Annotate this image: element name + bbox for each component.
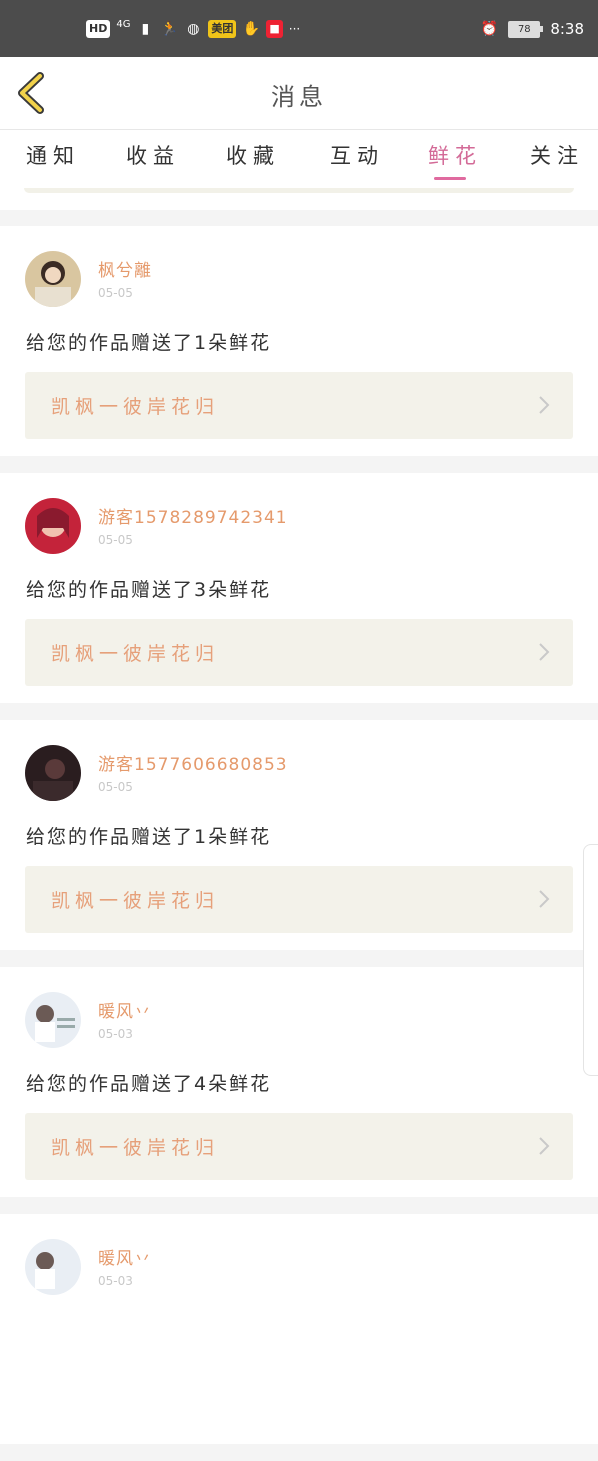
username[interactable]: 枫兮離: [98, 256, 152, 281]
alarm-icon: ⏰: [480, 21, 499, 37]
work-link[interactable]: 凯枫一彼岸花归: [25, 372, 573, 439]
message-text: 给您的作品赠送了4朵鲜花: [26, 1073, 272, 1095]
date: 05-05: [98, 780, 133, 794]
username[interactable]: 暖风丷: [98, 1244, 152, 1269]
chevron-right-icon: [539, 1137, 550, 1155]
avatar[interactable]: [25, 251, 81, 307]
tab-bar: 通知 收益 收藏 互动 鲜花 关注: [0, 130, 598, 188]
date: 05-03: [98, 1274, 133, 1288]
date: 05-05: [98, 286, 133, 300]
status-left: HD 4G ▮ 🏃 ◍ 美团 ✋ ■ ···: [86, 20, 300, 38]
tab-flowers[interactable]: 鲜花: [428, 140, 482, 170]
tab-favorites[interactable]: 收藏: [226, 140, 280, 170]
work-title: 凯枫一彼岸花归: [51, 890, 220, 912]
work-title: 凯枫一彼岸花归: [51, 643, 220, 665]
message-text: 给您的作品赠送了1朵鲜花: [26, 332, 272, 354]
chevron-right-icon: [539, 396, 550, 414]
status-right: ⏰ 78 8:38: [480, 20, 584, 38]
list-item: 游客1577606680853 05-05 给您的作品赠送了1朵鲜花 凯枫一彼岸…: [0, 720, 598, 950]
hand-icon: ✋: [242, 21, 261, 37]
globe-icon: ◍: [187, 21, 200, 37]
username[interactable]: 游客1578289742341: [98, 503, 288, 528]
username[interactable]: 暖风丷: [98, 997, 152, 1022]
list-item: 暖风丷 05-03: [0, 1214, 598, 1444]
list-item: 暖风丷 05-03 给您的作品赠送了4朵鲜花 凯枫一彼岸花归: [0, 967, 598, 1197]
work-title: 凯枫一彼岸花归: [51, 396, 220, 418]
chevron-right-icon: [539, 890, 550, 908]
tab-earnings[interactable]: 收益: [126, 140, 180, 170]
avatar[interactable]: [25, 1239, 81, 1295]
work-link[interactable]: 凯枫一彼岸花归: [25, 1113, 573, 1180]
work-link[interactable]: 凯枫一彼岸花归: [25, 619, 573, 686]
page-title: 消息: [271, 83, 327, 111]
work-link[interactable]: 凯枫一彼岸花归: [25, 866, 573, 933]
work-title: 凯枫一彼岸花归: [51, 1137, 220, 1159]
chevron-right-icon: [539, 643, 550, 661]
active-tab-indicator: [434, 177, 466, 180]
battery-icon: 78: [508, 20, 544, 38]
tab-notifications[interactable]: 通知: [26, 140, 80, 170]
message-text: 给您的作品赠送了1朵鲜花: [26, 826, 272, 848]
running-icon: 🏃: [160, 21, 179, 37]
list-item: 枫兮離 05-05 给您的作品赠送了1朵鲜花 凯枫一彼岸花归: [0, 226, 598, 456]
status-bar: HD 4G ▮ 🏃 ◍ 美团 ✋ ■ ··· ⏰ 78 8:38: [0, 0, 598, 57]
avatar[interactable]: [25, 745, 81, 801]
date: 05-05: [98, 533, 133, 547]
hd-badge: HD: [86, 20, 111, 38]
avatar[interactable]: [25, 498, 81, 554]
more-notifications: ···: [288, 22, 301, 36]
signal-icon: ▮: [141, 21, 150, 37]
flower-list: 枫兮離 05-05 给您的作品赠送了1朵鲜花 凯枫一彼岸花归 游客1578289…: [0, 226, 598, 1461]
message-text: 给您的作品赠送了3朵鲜花: [26, 579, 272, 601]
side-pull-tab[interactable]: [583, 844, 598, 1076]
partial-card-top: [0, 188, 598, 210]
meituan-app-icon: 美团: [208, 20, 237, 38]
avatar[interactable]: [25, 992, 81, 1048]
date: 05-03: [98, 1027, 133, 1041]
list-item: 游客1578289742341 05-05 给您的作品赠送了3朵鲜花 凯枫一彼岸…: [0, 473, 598, 703]
network-4g-icon: 4G: [116, 19, 131, 30]
book-app-icon: ■: [266, 20, 283, 38]
tab-following[interactable]: 关注: [530, 140, 584, 170]
clock-time: 8:38: [550, 20, 584, 38]
app-header: 消息: [0, 57, 598, 130]
tab-interactions[interactable]: 互动: [330, 140, 384, 170]
username[interactable]: 游客1577606680853: [98, 750, 288, 775]
